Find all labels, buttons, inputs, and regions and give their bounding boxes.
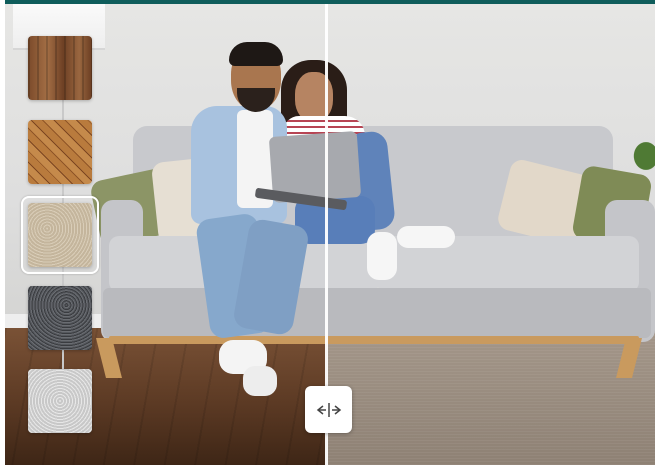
swatch-light-grey-carpet[interactable]	[28, 369, 92, 433]
swatch-herringbone-wood[interactable]	[28, 120, 92, 184]
split-compare-icon	[316, 402, 341, 417]
swatch-beige-carpet[interactable]	[28, 203, 92, 267]
sofa-frame	[109, 336, 639, 344]
man-hair	[229, 42, 283, 66]
swatch-charcoal-carpet[interactable]	[28, 286, 92, 350]
plant	[625, 132, 655, 172]
swatch-dark-wood-plank[interactable]	[28, 36, 92, 100]
woman-shoe	[397, 226, 455, 248]
woman-shoe	[367, 232, 397, 280]
compare-slider-handle[interactable]	[305, 386, 352, 433]
man-shoe	[243, 366, 277, 396]
room-visualizer	[5, 0, 655, 465]
floor-after-carpet	[327, 328, 655, 465]
sofa-base	[103, 288, 651, 338]
